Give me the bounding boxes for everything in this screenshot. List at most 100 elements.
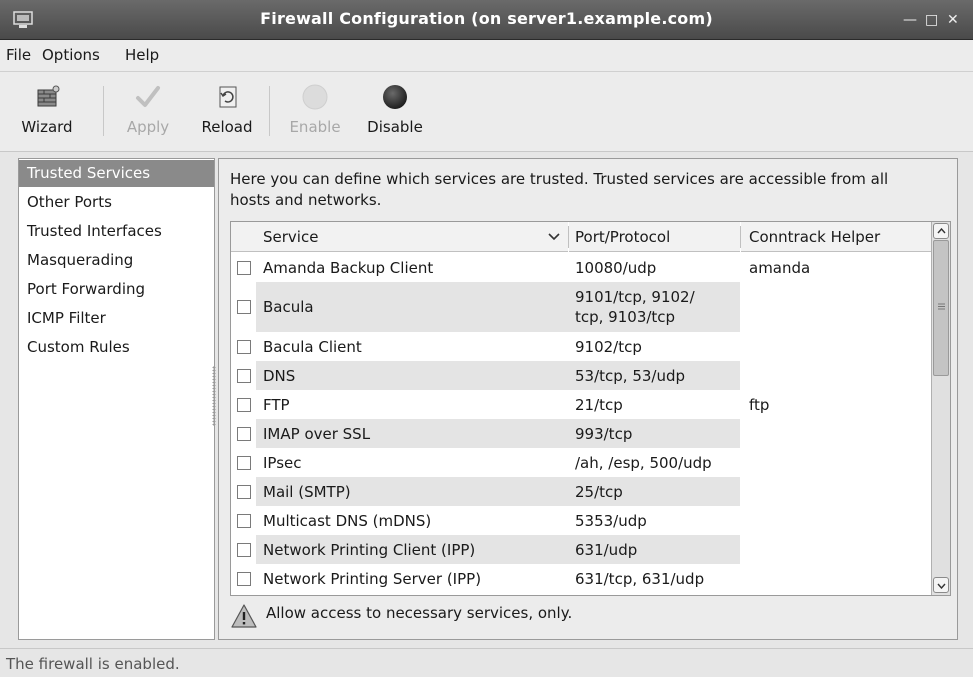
service-checkbox[interactable]	[237, 455, 251, 470]
service-name: Bacula Client	[263, 337, 362, 356]
service-port: 9101/tcp, 9102/ tcp, 9103/tcp	[575, 288, 695, 326]
wizard-icon	[37, 85, 60, 107]
warning-icon	[231, 604, 257, 628]
service-checkbox[interactable]	[237, 339, 251, 354]
table-row[interactable]: Multicast DNS (mDNS) 5353/udp	[231, 506, 931, 535]
table-row[interactable]: DNS 53/tcp, 53/udp	[231, 361, 931, 390]
service-checkbox[interactable]	[237, 513, 251, 528]
service-checkbox[interactable]	[237, 484, 251, 499]
column-header-helper[interactable]: Conntrack Helper	[741, 222, 931, 252]
service-checkbox[interactable]	[237, 542, 251, 557]
sidebar-item-icmp-filter[interactable]: ICMP Filter	[19, 305, 214, 332]
scroll-up-button[interactable]	[933, 223, 949, 239]
service-checkbox[interactable]	[237, 426, 251, 441]
table-row[interactable]: Network Printing Client (IPP) 631/udp	[231, 535, 931, 564]
enable-label: Enable	[289, 118, 341, 136]
sidebar-item-port-forwarding[interactable]: Port Forwarding	[19, 276, 214, 303]
panel-description: Here you can define which services are t…	[230, 170, 889, 209]
column-header-port[interactable]: Port/Protocol	[569, 222, 740, 252]
enable-button[interactable]: Enable	[280, 72, 350, 152]
service-checkbox[interactable]	[237, 571, 251, 586]
disable-label: Disable	[367, 118, 423, 136]
sidebar-item-other-ports[interactable]: Other Ports	[19, 189, 214, 216]
apply-label: Apply	[126, 118, 170, 136]
service-port: /ah, /esp, 500/udp	[575, 453, 712, 472]
grip-lines-icon	[938, 303, 945, 310]
table-row[interactable]: Bacula Client 9102/tcp	[231, 332, 931, 361]
service-helper: ftp	[749, 395, 770, 414]
table-row[interactable]: IMAP over SSL 993/tcp	[231, 419, 931, 448]
column-header-service-label: Service	[263, 228, 319, 246]
service-checkbox[interactable]	[237, 300, 251, 314]
menu-file[interactable]: File	[6, 46, 31, 64]
pane-resize-handle[interactable]	[212, 366, 216, 426]
wizard-button[interactable]: Wizard	[0, 72, 94, 152]
service-name: Network Printing Server (IPP)	[263, 569, 482, 588]
service-port: 10080/udp	[575, 258, 657, 277]
service-port: 53/tcp, 53/udp	[575, 366, 686, 385]
service-checkbox[interactable]	[237, 397, 251, 412]
service-port: 631/udp	[575, 540, 638, 559]
statusbar: The firewall is enabled.	[0, 648, 973, 677]
trusted-services-panel: Here you can define which services are t…	[218, 158, 958, 640]
service-name: IMAP over SSL	[263, 424, 371, 443]
table-row[interactable]: Amanda Backup Client 10080/udp amanda	[231, 253, 931, 282]
service-name: Multicast DNS (mDNS)	[263, 511, 432, 530]
disable-button[interactable]: Disable	[358, 72, 432, 152]
table-row[interactable]: Network Printing Server (IPP) 631/tcp, 6…	[231, 564, 931, 593]
scroll-down-button[interactable]	[933, 577, 949, 593]
service-name: Bacula	[263, 298, 314, 316]
minimize-icon[interactable]: —	[903, 11, 917, 29]
column-header-service[interactable]: Service	[256, 222, 568, 252]
scroll-thumb[interactable]	[933, 240, 949, 376]
reload-label: Reload	[201, 118, 253, 136]
sidebar-item-custom-rules[interactable]: Custom Rules	[19, 334, 214, 361]
menu-options[interactable]: Options	[42, 46, 100, 64]
sidebar-item-masquerading[interactable]: Masquerading	[19, 247, 214, 274]
service-name: FTP	[263, 395, 290, 414]
service-port: 631/tcp, 631/udp	[575, 569, 705, 588]
reload-button[interactable]: Reload	[192, 72, 262, 152]
service-port: 5353/udp	[575, 511, 647, 530]
table-row[interactable]: Bacula 9101/tcp, 9102/ tcp, 9103/tcp	[231, 282, 931, 332]
wizard-label: Wizard	[21, 118, 73, 136]
sort-chevron-down-icon	[548, 233, 560, 241]
service-name: Network Printing Client (IPP)	[263, 540, 476, 559]
chevron-down-icon	[937, 583, 946, 589]
sidebar-item-trusted-interfaces[interactable]: Trusted Interfaces	[19, 218, 214, 245]
services-table: Service Port/Protocol Conntrack Helper A…	[230, 221, 951, 596]
service-checkbox[interactable]	[237, 260, 251, 275]
enable-circle-icon	[302, 84, 328, 110]
service-name: IPsec	[263, 453, 302, 472]
toolbar-separator	[103, 86, 104, 136]
sidebar-item-trusted-services[interactable]: Trusted Services	[19, 160, 214, 187]
sidebar: Trusted Services Other Ports Trusted Int…	[18, 158, 215, 640]
table-scrollbar[interactable]	[931, 222, 950, 595]
window-title: Firewall Configuration (on server1.examp…	[260, 9, 713, 28]
toolbar-separator	[269, 86, 270, 136]
table-row[interactable]: Mail (SMTP) 25/tcp	[231, 477, 931, 506]
menu-help[interactable]: Help	[125, 46, 159, 64]
close-icon[interactable]: ✕	[947, 11, 959, 29]
menubar: File Options Help	[0, 40, 973, 72]
reload-icon	[219, 86, 237, 108]
window-titlebar[interactable]: Firewall Configuration (on server1.examp…	[0, 0, 973, 40]
maximize-icon[interactable]: □	[925, 11, 938, 29]
service-helper: amanda	[749, 258, 811, 277]
disable-circle-icon	[383, 85, 407, 109]
service-port: 25/tcp	[575, 482, 623, 501]
warning-text: Allow access to necessary services, only…	[266, 604, 573, 622]
apply-button[interactable]: Apply	[112, 72, 184, 152]
service-name: Amanda Backup Client	[263, 258, 434, 277]
service-port: 9102/tcp	[575, 337, 642, 356]
table-row[interactable]: IPsec /ah, /esp, 500/udp	[231, 448, 931, 477]
service-port: 21/tcp	[575, 395, 623, 414]
checkmark-icon	[136, 86, 160, 107]
service-port: 993/tcp	[575, 424, 633, 443]
checkbox-column-header	[231, 222, 256, 252]
service-name: Mail (SMTP)	[263, 482, 351, 501]
table-row[interactable]: FTP 21/tcp ftp	[231, 390, 931, 419]
toolbar: Wizard Apply Reload Enable Disable	[0, 72, 973, 152]
status-text: The firewall is enabled.	[6, 655, 180, 673]
service-checkbox[interactable]	[237, 368, 251, 383]
